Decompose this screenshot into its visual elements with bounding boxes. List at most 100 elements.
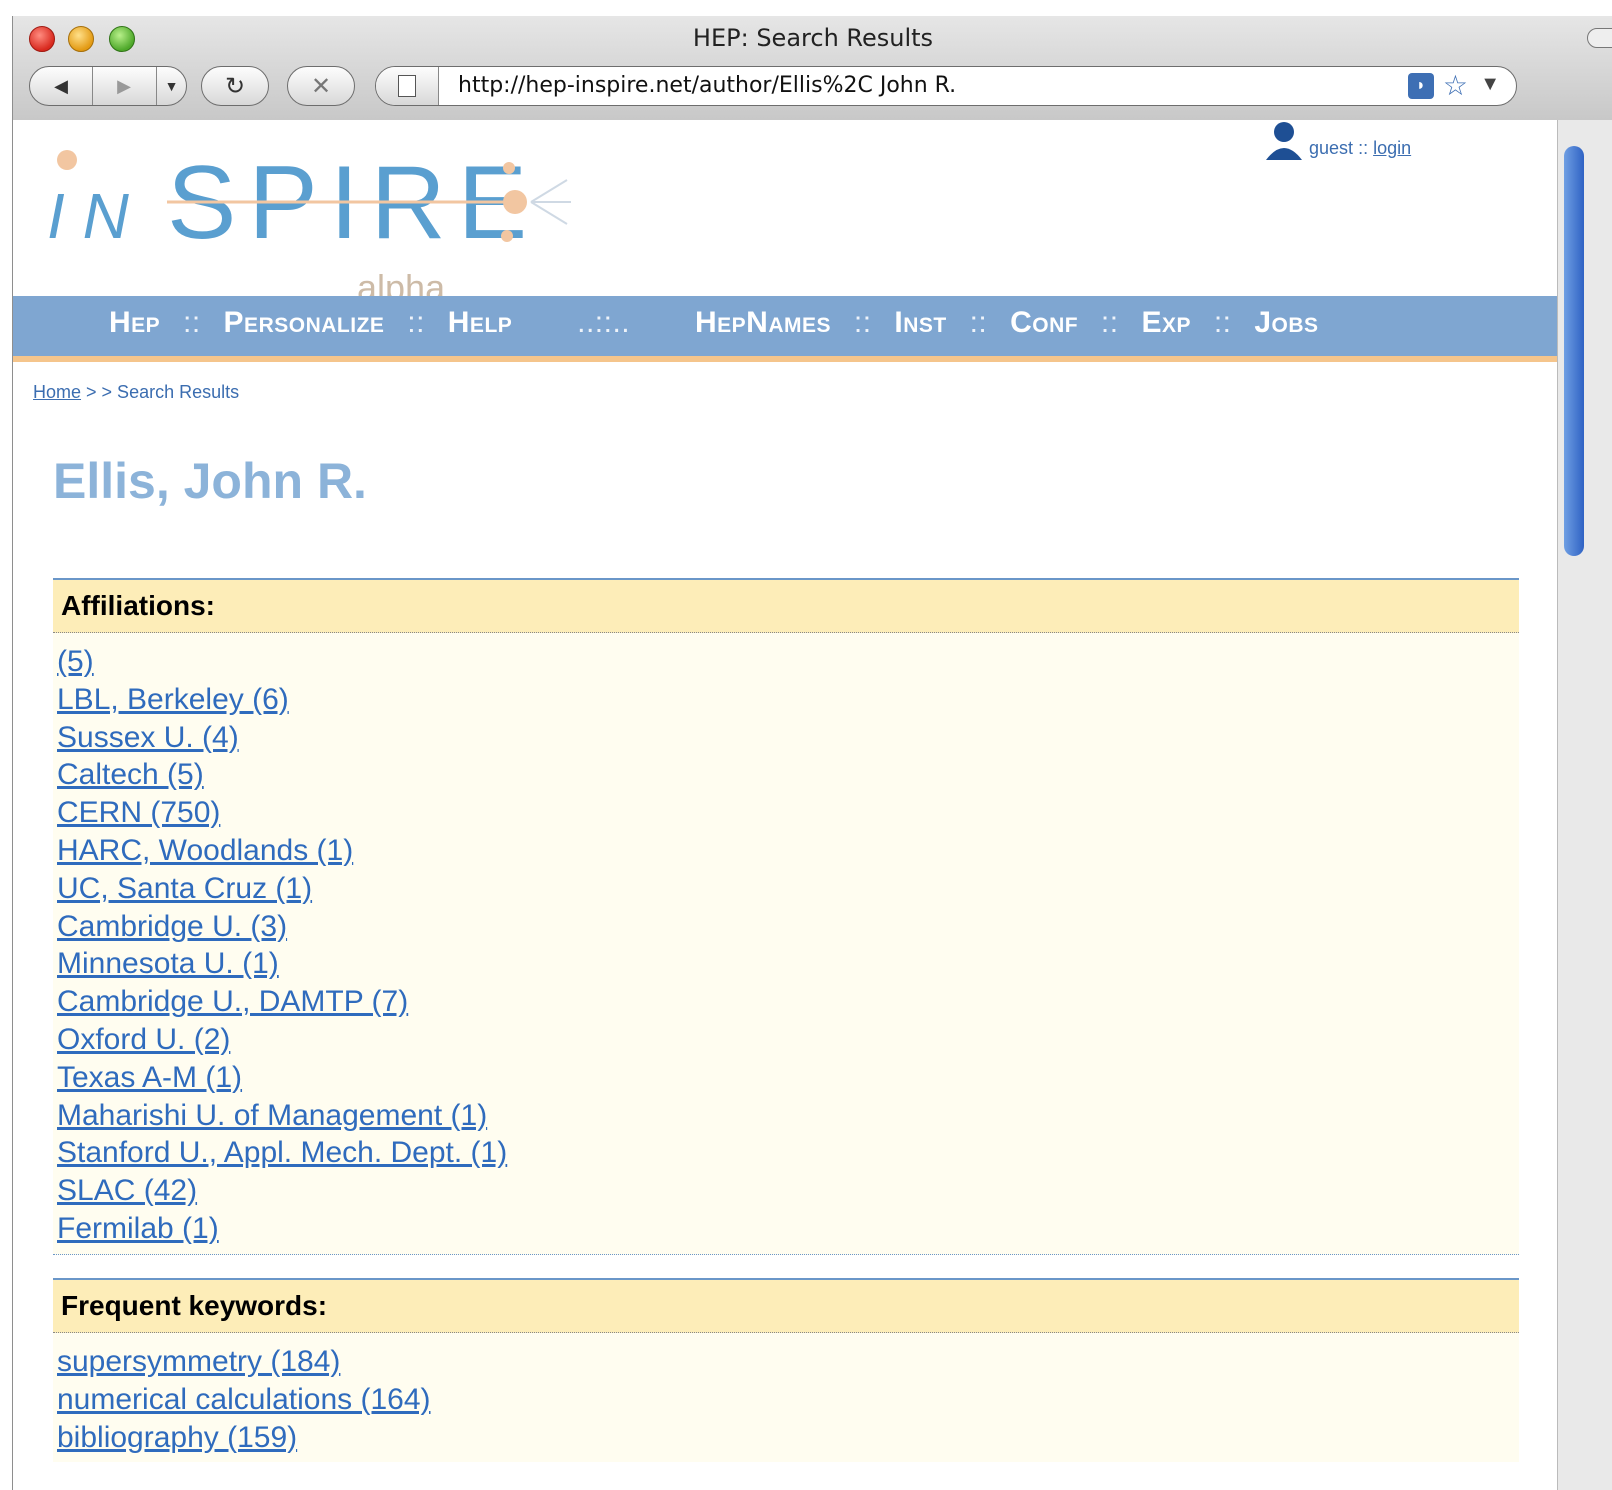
affiliation-item: Maharishi U. of Management (1) <box>57 1097 1519 1135</box>
nav-separator: :: <box>1213 306 1232 339</box>
logo-in: I N <box>47 180 130 252</box>
history-buttons: ◀ ▶ ▼ <box>29 66 187 106</box>
affiliation-link[interactable]: UC, Santa Cruz (1) <box>57 872 312 905</box>
user-icon <box>1266 122 1302 160</box>
affiliation-item: Cambridge U. (3) <box>57 908 1519 946</box>
logo-dot <box>57 150 77 170</box>
nav-separator: :: <box>969 306 988 339</box>
affiliation-link[interactable]: Minnesota U. (1) <box>57 947 279 980</box>
user-status: guest :: login <box>1309 138 1411 159</box>
user-separator: :: <box>1358 138 1369 158</box>
affiliation-link[interactable]: LBL, Berkeley (6) <box>57 683 289 716</box>
nav-personalize[interactable]: Personalize <box>224 306 385 339</box>
chevron-down-icon: ▼ <box>164 78 179 94</box>
stop-button[interactable]: ✕ <box>287 66 355 106</box>
affiliation-item: Minnesota U. (1) <box>57 945 1519 983</box>
affiliation-item: Oxford U. (2) <box>57 1021 1519 1059</box>
keywords-box: Frequent keywords: supersymmetry (184) nu… <box>53 1278 1519 1463</box>
logo-node-small-2 <box>501 230 513 242</box>
history-dropdown-button[interactable]: ▼ <box>157 67 186 105</box>
affiliation-link[interactable]: Caltech (5) <box>57 758 204 791</box>
affiliation-link[interactable]: Fermilab (1) <box>57 1212 219 1245</box>
affiliation-link[interactable]: Sussex U. (4) <box>57 721 239 754</box>
keyword-item: numerical calculations (164) <box>57 1381 1519 1419</box>
nav-separator: :: <box>183 306 201 339</box>
affiliation-link[interactable]: Cambridge U. (3) <box>57 910 287 943</box>
url-text[interactable]: http://hep-inspire.net/author/Ellis%2C J… <box>458 73 956 98</box>
rss-feed-icon[interactable]: ◗ <box>1408 73 1434 99</box>
main-navbar: Hep :: Personalize :: Help ..::.. HepNam… <box>13 296 1557 362</box>
nav-conf[interactable]: Conf <box>1010 306 1078 339</box>
affiliation-item: LBL, Berkeley (6) <box>57 681 1519 719</box>
toolbar-toggle-button[interactable] <box>1587 28 1612 48</box>
keyword-link[interactable]: numerical calculations (164) <box>57 1383 431 1416</box>
affiliation-item: HARC, Woodlands (1) <box>57 832 1519 870</box>
breadcrumb-current: > > Search Results <box>86 382 240 402</box>
keywords-list: supersymmetry (184) numerical calculation… <box>53 1333 1519 1462</box>
forward-arrow-icon: ▶ <box>117 75 131 96</box>
nav-items: Hep :: Personalize :: Help ..::.. HepNam… <box>109 306 1319 340</box>
site-info-button[interactable] <box>376 67 439 105</box>
affiliation-item: Cambridge U., DAMTP (7) <box>57 983 1519 1021</box>
browser-toolbar: HEP: Search Results ◀ ▶ ▼ ↻ ✕ http://hep… <box>13 16 1612 121</box>
url-history-chevron-icon[interactable]: ▼ <box>1480 73 1500 96</box>
affiliation-item: Fermilab (1) <box>57 1210 1519 1248</box>
affiliation-link[interactable]: HARC, Woodlands (1) <box>57 834 353 867</box>
login-link[interactable]: login <box>1373 138 1411 158</box>
logo-node <box>503 190 527 214</box>
guest-label: guest <box>1309 138 1354 158</box>
nav-inst[interactable]: Inst <box>894 306 946 339</box>
bookmark-star-icon[interactable]: ☆ <box>1443 69 1468 102</box>
inspire-logo[interactable]: I N SPIRE alpha <box>47 140 587 310</box>
keywords-heading: Frequent keywords: <box>53 1280 1519 1333</box>
author-name-heading: Ellis, John R. <box>53 453 367 509</box>
address-bar[interactable]: http://hep-inspire.net/author/Ellis%2C J… <box>375 66 1517 106</box>
affiliation-item: UC, Santa Cruz (1) <box>57 870 1519 908</box>
keyword-link[interactable]: supersymmetry (184) <box>57 1345 340 1378</box>
affiliation-link[interactable]: SLAC (42) <box>57 1174 197 1207</box>
vertical-scrollbar[interactable] <box>1557 120 1612 1490</box>
affiliation-item: CERN (750) <box>57 794 1519 832</box>
browser-window: HEP: Search Results ◀ ▶ ▼ ↻ ✕ http://hep… <box>12 16 1612 1490</box>
affiliations-box: Affiliations: (5) LBL, Berkeley (6) Sussex… <box>53 578 1519 1255</box>
nav-separator: :: <box>1100 306 1119 339</box>
nav-jobs[interactable]: Jobs <box>1254 306 1318 339</box>
affiliations-list: (5) LBL, Berkeley (6) Sussex U. (4) Caltech… <box>53 633 1519 1254</box>
reload-icon: ↻ <box>224 72 246 100</box>
affiliation-link[interactable]: Texas A-M (1) <box>57 1061 242 1094</box>
breadcrumb: Home > > Search Results <box>33 382 239 403</box>
affiliation-item: Caltech (5) <box>57 756 1519 794</box>
nav-hepnames[interactable]: HepNames <box>695 306 831 339</box>
logo-node-small <box>503 162 515 174</box>
nav-help[interactable]: Help <box>448 306 513 339</box>
affiliation-item: (5) <box>57 643 1519 681</box>
forward-button[interactable]: ▶ <box>93 67 155 105</box>
affiliation-link[interactable]: Stanford U., Appl. Mech. Dept. (1) <box>57 1136 507 1169</box>
affiliation-link[interactable]: Oxford U. (2) <box>57 1023 230 1056</box>
reload-button[interactable]: ↻ <box>201 66 269 106</box>
keyword-link[interactable]: bibliography (159) <box>57 1421 297 1454</box>
affiliation-link[interactable]: Maharishi U. of Management (1) <box>57 1099 487 1132</box>
user-box: guest :: login <box>1263 120 1463 164</box>
stop-icon: ✕ <box>310 72 332 100</box>
web-page: I N SPIRE alpha guest :: login Hep:: Pe… <box>13 120 1557 1490</box>
nav-separator: :: <box>407 306 425 339</box>
nav-divider: ..::.. <box>577 306 631 339</box>
nav-separator: :: <box>853 306 872 339</box>
window-title: HEP: Search Results <box>692 24 934 52</box>
back-arrow-icon: ◀ <box>54 75 68 96</box>
nav-exp[interactable]: Exp <box>1141 306 1191 339</box>
nav-hep[interactable]: Hep <box>109 306 160 339</box>
keyword-item: bibliography (159) <box>57 1419 1519 1457</box>
affiliation-item: Texas A-M (1) <box>57 1059 1519 1097</box>
back-button[interactable]: ◀ <box>30 67 92 105</box>
keyword-item: supersymmetry (184) <box>57 1343 1519 1381</box>
breadcrumb-home-link[interactable]: Home <box>33 382 81 402</box>
affiliation-link[interactable]: Cambridge U., DAMTP (7) <box>57 985 408 1018</box>
scrollbar-thumb[interactable] <box>1564 146 1584 556</box>
affiliation-item: SLAC (42) <box>57 1172 1519 1210</box>
affiliation-link[interactable]: (5) <box>57 645 94 678</box>
affiliation-item: Stanford U., Appl. Mech. Dept. (1) <box>57 1134 1519 1172</box>
affiliation-link[interactable]: CERN (750) <box>57 796 220 829</box>
affiliation-item: Sussex U. (4) <box>57 719 1519 757</box>
